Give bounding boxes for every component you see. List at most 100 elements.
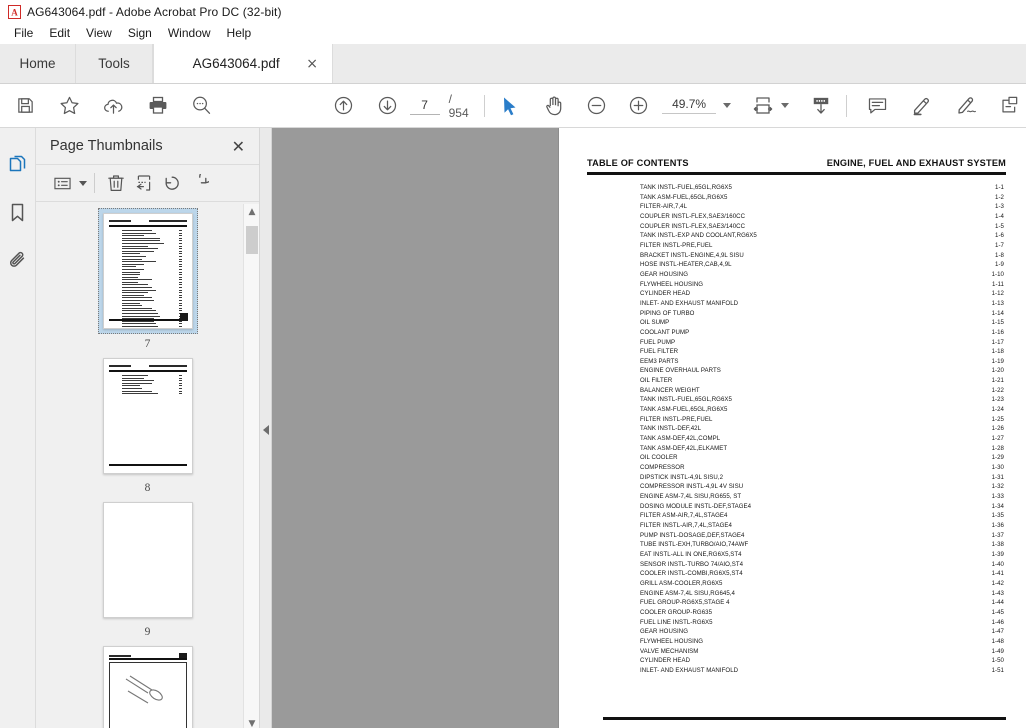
star-icon[interactable] — [54, 90, 86, 122]
toc-entry[interactable]: FUEL GROUP-RG6X5,STAGE 4 1-44 — [640, 598, 1006, 608]
toc-entry[interactable]: FUEL FILTER 1-18 — [640, 347, 1006, 357]
fit-options-chevron-down-icon[interactable] — [781, 103, 790, 108]
scrollbar-thumb[interactable] — [246, 226, 258, 254]
close-icon[interactable]: × — [306, 57, 318, 71]
toc-entry[interactable]: DIPSTICK INSTL-4,9L SISU,2 1-31 — [640, 473, 1006, 483]
select-cursor-icon[interactable] — [494, 90, 526, 122]
tab-tools[interactable]: Tools — [76, 44, 153, 83]
toc-entry[interactable]: BRACKET INSTL-ENGINE,4,9L SISU 1-8 — [640, 251, 1006, 261]
extract-pages-icon[interactable] — [130, 170, 158, 196]
toc-entry[interactable]: ENGINE ASM-7,4L SISU,RG645,4 1-43 — [640, 589, 1006, 599]
toc-entry[interactable]: COOLER GROUP-RG635 1-45 — [640, 608, 1006, 618]
zoom-level-value[interactable]: 49.7% — [662, 97, 717, 114]
rotate-counterclockwise-icon[interactable] — [158, 170, 186, 196]
menu-sign[interactable]: Sign — [120, 25, 160, 41]
tab-home[interactable]: Home — [0, 44, 76, 83]
toc-entry[interactable]: TANK INSTL-FUEL,65GL,RG6X5 1-1 — [640, 183, 1006, 193]
previous-page-icon[interactable] — [328, 90, 360, 122]
toc-entry[interactable]: PIPING OF TURBO 1-14 — [640, 309, 1006, 319]
panel-options-icon[interactable] — [48, 170, 76, 196]
toc-entry[interactable]: OIL SUMP 1-15 — [640, 318, 1006, 328]
toc-entry[interactable]: TANK ASM-FUEL,65GL,RG6X5 1-2 — [640, 193, 1006, 203]
zoom-control[interactable]: 49.7% — [662, 97, 732, 114]
thumbnail-page-10[interactable]: 10 — [36, 642, 259, 728]
thumbnail-page-8[interactable]: 8 — [36, 354, 259, 494]
sidebar-item-page-thumbnails[interactable] — [3, 144, 33, 184]
hand-tool-icon[interactable] — [538, 90, 570, 122]
thumbnail-panel-scrollbar[interactable]: ▲ ▼ — [243, 204, 259, 728]
toc-entry[interactable]: TANK INSTL-FUEL,65GL,RG6X5 1-23 — [640, 395, 1006, 405]
toc-entry[interactable]: BALANCER WEIGHT 1-22 — [640, 386, 1006, 396]
toc-entry[interactable]: TANK INSTL-EXP AND COOLANT,RG6X5 1-6 — [640, 231, 1006, 241]
thumbnail-list[interactable]: 7 8 9 — [36, 202, 259, 728]
menu-help[interactable]: Help — [219, 25, 260, 41]
zoom-out-icon[interactable] — [580, 90, 612, 122]
toc-entry[interactable]: TANK ASM-DEF,42L,COMPL 1-27 — [640, 434, 1006, 444]
zoom-in-icon[interactable] — [622, 90, 654, 122]
toc-entry[interactable]: COUPLER INSTL-FLEX,SAE3/160CC 1-4 — [640, 212, 1006, 222]
scroll-down-arrow-icon[interactable]: ▼ — [244, 716, 260, 728]
sidebar-item-attachments[interactable] — [3, 240, 33, 280]
toc-entry[interactable]: OIL COOLER 1-29 — [640, 453, 1006, 463]
thumbnail-page-9[interactable]: 9 — [36, 498, 259, 638]
toc-entry[interactable]: TANK ASM-FUEL,65GL,RG6X5 1-24 — [640, 405, 1006, 415]
menu-view[interactable]: View — [78, 25, 120, 41]
collapse-panel-handle[interactable] — [260, 128, 272, 728]
scroll-up-arrow-icon[interactable]: ▲ — [244, 204, 260, 220]
toc-entry[interactable]: EEM3 PARTS 1-19 — [640, 357, 1006, 367]
toc-entry[interactable]: FUEL LINE INSTL-RG6X5 1-46 — [640, 618, 1006, 628]
toc-entry[interactable]: COOLER INSTL-COMBI,RG6X5,ST4 1-41 — [640, 569, 1006, 579]
toc-entry[interactable]: FILTER INSTL-PRE,FUEL 1-7 — [640, 241, 1006, 251]
sidebar-item-bookmarks[interactable] — [3, 192, 33, 232]
page-number-input[interactable] — [409, 96, 440, 115]
toc-entry[interactable]: OIL FILTER 1-21 — [640, 376, 1006, 386]
toc-entry[interactable]: INLET- AND EXHAUST MANIFOLD 1-13 — [640, 299, 1006, 309]
thumbnail-page-7[interactable]: 7 — [36, 208, 259, 350]
tab-document[interactable]: AG643064.pdf × — [153, 44, 333, 83]
menu-file[interactable]: File — [6, 25, 41, 41]
toc-entry[interactable]: HOSE INSTL-HEATER,CAB,4,9L 1-9 — [640, 260, 1006, 270]
stamp-icon[interactable] — [994, 90, 1026, 122]
scroll-mode-icon[interactable] — [805, 90, 837, 122]
toc-entry[interactable]: INLET- AND EXHAUST MANIFOLD 1-51 — [640, 666, 1006, 676]
toc-entry[interactable]: FILTER INSTL-PRE,FUEL 1-25 — [640, 415, 1006, 425]
toc-entry[interactable]: COMPRESSOR INSTL-4,9L 4V SISU 1-32 — [640, 482, 1006, 492]
panel-options-chevron-down-icon[interactable] — [79, 180, 87, 186]
toc-entry[interactable]: GEAR HOUSING 1-47 — [640, 627, 1006, 637]
menu-window[interactable]: Window — [160, 25, 219, 41]
toc-entry[interactable]: ENGINE OVERHAUL PARTS 1-20 — [640, 366, 1006, 376]
toc-entry[interactable]: FILTER ASM-AIR,7,4L,STAGE4 1-35 — [640, 511, 1006, 521]
toc-entry[interactable]: EAT INSTL-ALL IN ONE,RG6X5,ST4 1-39 — [640, 550, 1006, 560]
toc-entry[interactable]: COMPRESSOR 1-30 — [640, 463, 1006, 473]
toc-entry[interactable]: GRILL ASM-COOLER,RG6X5 1-42 — [640, 579, 1006, 589]
fit-page-icon[interactable] — [747, 90, 779, 122]
close-icon[interactable]: ✕ — [226, 135, 251, 158]
highlight-icon[interactable] — [906, 90, 938, 122]
toc-entry[interactable]: PUMP INSTL-DOSAGE,DEF,STAGE4 1-37 — [640, 531, 1006, 541]
toc-entry[interactable]: TUBE INSTL-EXH,TURBO/AIO,74AWF 1-38 — [640, 540, 1006, 550]
toc-entry[interactable]: GEAR HOUSING 1-10 — [640, 270, 1006, 280]
toc-entry[interactable]: FLYWHEEL HOUSING 1-48 — [640, 637, 1006, 647]
rotate-clockwise-icon[interactable] — [186, 170, 214, 196]
toc-entry[interactable]: CYLINDER HEAD 1-12 — [640, 289, 1006, 299]
menu-edit[interactable]: Edit — [41, 25, 78, 41]
upload-to-cloud-icon[interactable] — [98, 90, 130, 122]
print-icon[interactable] — [142, 90, 174, 122]
save-icon[interactable] — [10, 90, 42, 122]
next-page-icon[interactable] — [372, 90, 404, 122]
toc-entry[interactable]: COOLANT PUMP 1-16 — [640, 328, 1006, 338]
toc-entry[interactable]: FUEL PUMP 1-17 — [640, 338, 1006, 348]
toc-entry[interactable]: FLYWHEEL HOUSING 1-11 — [640, 280, 1006, 290]
toc-entry[interactable]: SENSOR INSTL-TURBO 74/AIO,ST4 1-40 — [640, 560, 1006, 570]
toc-entry[interactable]: FILTER-AIR,7,4L 1-3 — [640, 202, 1006, 212]
toc-entry[interactable]: TANK ASM-DEF,42L,ELKAMET 1-28 — [640, 444, 1006, 454]
chevron-down-icon[interactable] — [723, 103, 732, 108]
toc-entry[interactable]: TANK INSTL-DEF,42L 1-26 — [640, 424, 1006, 434]
search-icon[interactable] — [186, 90, 218, 122]
toc-entry[interactable]: ENGINE ASM-7,4L SISU,RG655, ST 1-33 — [640, 492, 1006, 502]
delete-pages-icon[interactable] — [102, 170, 130, 196]
toc-entry[interactable]: VALVE MECHANISM 1-49 — [640, 647, 1006, 657]
comment-icon[interactable] — [862, 90, 894, 122]
document-viewport[interactable]: TABLE OF CONTENTS ENGINE, FUEL AND EXHAU… — [272, 128, 1026, 728]
toc-entry[interactable]: COUPLER INSTL-FLEX,SAE3/140CC 1-5 — [640, 222, 1006, 232]
